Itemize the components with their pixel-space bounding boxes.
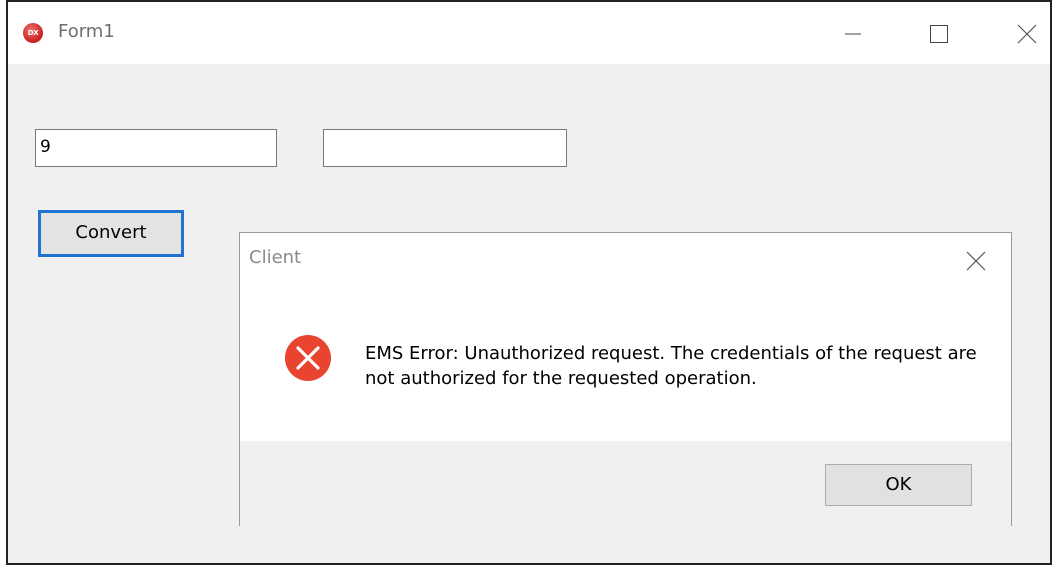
minimize-icon <box>845 33 861 35</box>
minimize-button[interactable] <box>830 12 876 56</box>
ok-button[interactable]: OK <box>825 464 972 506</box>
window-title: Form1 <box>58 21 115 42</box>
error-message: EMS Error: Unauthorized request. The cre… <box>365 343 977 389</box>
title-bar[interactable]: DX Form1 <box>8 2 1050 64</box>
input-value-field[interactable]: 9 <box>35 129 277 167</box>
close-icon <box>1017 24 1037 44</box>
maximize-button[interactable] <box>916 12 962 56</box>
close-button[interactable] <box>1004 12 1050 56</box>
error-dialog: Client EMS Error: Unauthorized request. … <box>239 232 1012 526</box>
close-icon <box>966 251 986 271</box>
dialog-title: Client <box>249 247 302 268</box>
dialog-close-button[interactable] <box>962 247 990 275</box>
app-logo-icon[interactable]: DX <box>23 23 43 43</box>
error-icon <box>285 335 331 381</box>
convert-button[interactable]: Convert <box>38 210 184 257</box>
output-value-field[interactable] <box>323 129 567 167</box>
dialog-footer: OK <box>240 441 1011 526</box>
maximize-icon <box>930 25 948 43</box>
main-window: DX Form1 9 Convert Client EMS Error: Una… <box>6 0 1052 565</box>
